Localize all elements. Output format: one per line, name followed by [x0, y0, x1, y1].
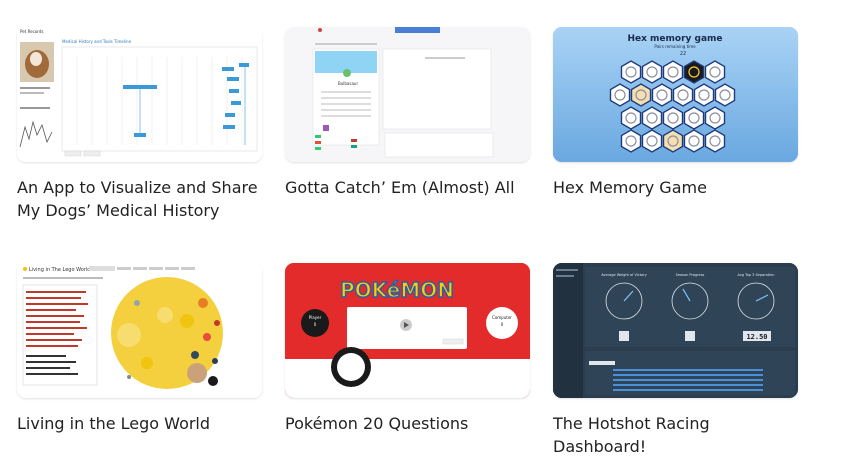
hex-tile — [662, 106, 684, 130]
svg-text:0: 0 — [314, 322, 317, 327]
hex-tile — [641, 106, 663, 130]
svg-text:Pairs remaining time: Pairs remaining time — [654, 44, 696, 49]
thumb-app-title: Pet Records — [20, 29, 43, 34]
svg-text:Average Weight of Victory: Average Weight of Victory — [601, 273, 647, 277]
project-thumbnail[interactable]: Pet Records Medical History and Tools Ti… — [17, 27, 262, 162]
hex-tile — [662, 129, 684, 153]
hex-tile — [641, 60, 663, 84]
hex-tile — [662, 60, 684, 84]
project-card-dog-medical-history[interactable]: Pet Records Medical History and Tools Ti… — [17, 27, 262, 222]
hex-tile — [683, 60, 705, 84]
svg-text:Computer: Computer — [492, 315, 512, 320]
hex-tile — [683, 106, 705, 130]
project-thumbnail[interactable]: Bulbasaur — [285, 27, 530, 162]
project-card-hotshot-racing-dashboard[interactable]: Average Weight of Victory Season Progres… — [553, 263, 798, 458]
hex-tile — [651, 83, 673, 107]
project-thumbnail[interactable]: Hex memory game Pairs remaining time 22 — [553, 27, 798, 162]
hex-tile — [714, 83, 736, 107]
svg-text:Season Progress: Season Progress — [676, 273, 705, 277]
hex-tile — [672, 83, 694, 107]
project-title[interactable]: The Hotshot Racing Dashboard! — [553, 412, 798, 458]
project-card-pokemon-20-questions[interactable]: POKéMON Player 0 Computer 0 Pokémon 20 Q… — [285, 263, 530, 435]
project-title[interactable]: Hex Memory Game — [553, 176, 798, 199]
hex-tile — [704, 106, 726, 130]
project-title[interactable]: Living in the Lego World — [17, 412, 262, 435]
svg-text:Medical History and Tools Time: Medical History and Tools Timeline — [62, 39, 132, 44]
svg-text:Living in The Lego World: Living in The Lego World — [29, 267, 90, 273]
project-thumbnail[interactable]: Average Weight of Victory Season Progres… — [553, 263, 798, 398]
project-thumbnail[interactable]: POKéMON Player 0 Computer 0 — [285, 263, 530, 398]
hex-tile — [693, 83, 715, 107]
svg-text:Bulbasaur: Bulbasaur — [338, 81, 358, 86]
svg-text:Hex memory game: Hex memory game — [627, 34, 722, 44]
project-thumbnail[interactable]: Living in The Lego World — [17, 263, 262, 398]
svg-text:12.50: 12.50 — [746, 333, 767, 341]
project-title[interactable]: An App to Visualize and Share My Dogs’ M… — [17, 176, 262, 222]
hex-tile — [620, 129, 642, 153]
pokemon-logo: POKéMON — [340, 278, 454, 302]
project-title[interactable]: Pokémon 20 Questions — [285, 412, 530, 435]
hex-tile — [683, 129, 705, 153]
hex-tile — [609, 83, 631, 107]
hex-tile — [704, 129, 726, 153]
project-card-lego-world[interactable]: Living in The Lego World Living in the L… — [17, 263, 262, 435]
hex-tile — [630, 83, 652, 107]
project-title[interactable]: Gotta Catch’ Em (Almost) All — [285, 176, 530, 199]
hex-tile — [620, 60, 642, 84]
project-card-gotta-catch-em[interactable]: Bulbasaur Gotta Catch’ Em (Almost) All — [285, 27, 530, 199]
svg-text:22: 22 — [680, 51, 686, 57]
hex-tile — [704, 60, 726, 84]
hex-tile — [620, 106, 642, 130]
svg-text:Avg Top 3 Separation: Avg Top 3 Separation — [738, 273, 775, 277]
hex-tile — [641, 129, 663, 153]
svg-text:0: 0 — [501, 322, 504, 327]
svg-text:Player: Player — [309, 315, 322, 320]
project-card-hex-memory-game[interactable]: Hex memory game Pairs remaining time 22 … — [553, 27, 798, 199]
